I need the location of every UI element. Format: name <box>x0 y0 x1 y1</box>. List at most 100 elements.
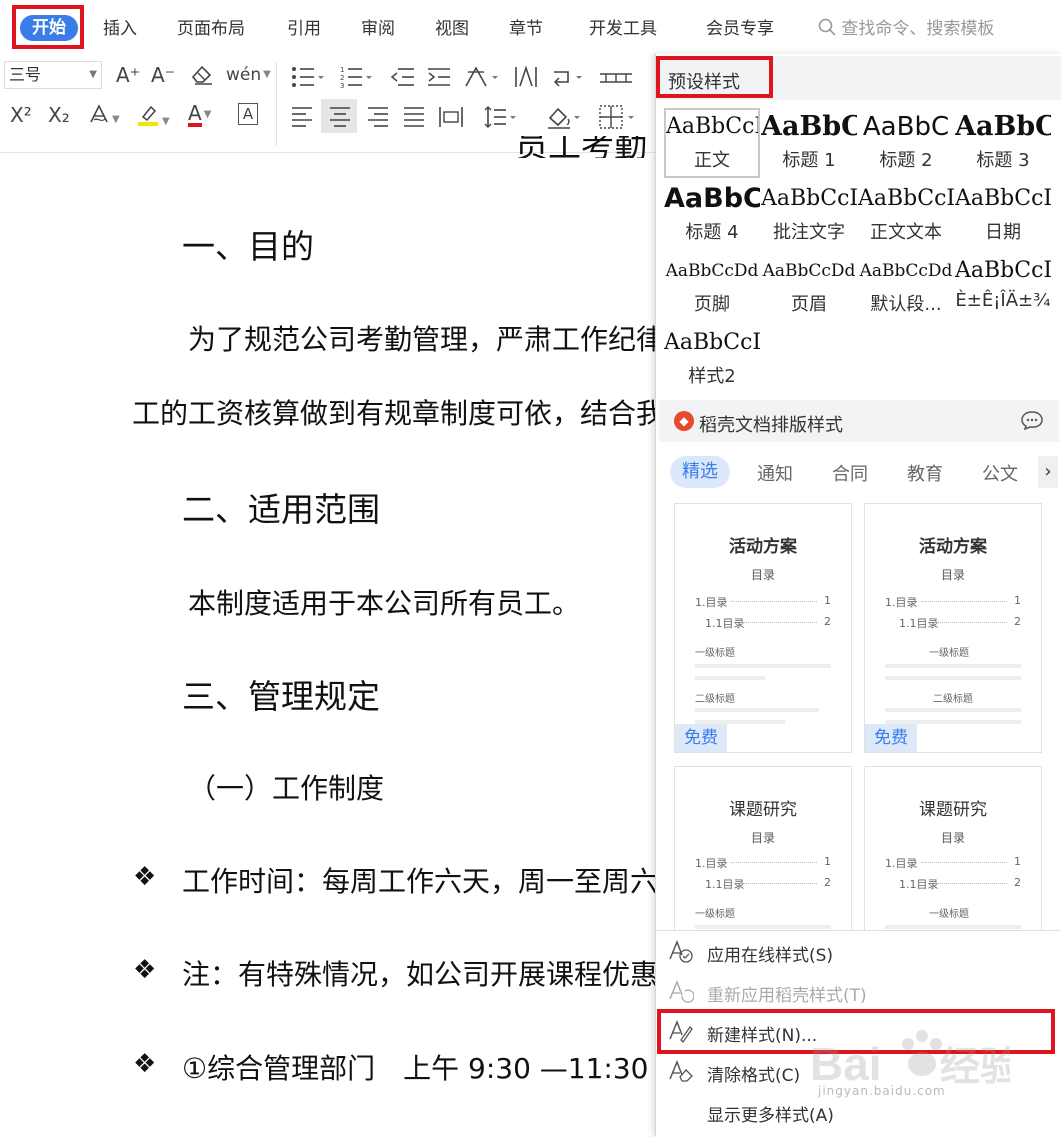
reapply-daoke-style-item[interactable]: 重新应用稻壳样式(T) <box>707 981 867 1006</box>
shrink-font-button[interactable]: A⁻ <box>151 63 175 87</box>
style-footer[interactable]: AaBbCcDd 页脚 <box>664 254 760 324</box>
tab-page-layout[interactable]: 页面布局 <box>177 14 245 39</box>
style-name: È±Ê¡ÎÄ±¾ <box>955 290 1051 311</box>
justify-icon[interactable] <box>404 107 424 127</box>
tab-view[interactable]: 视图 <box>435 14 469 39</box>
style-heading-4[interactable]: AaBbC 标题 4 <box>664 182 760 252</box>
style-name: 标题 1 <box>782 150 836 171</box>
font-color-label: A <box>188 101 202 127</box>
show-more-styles-item[interactable]: 显示更多样式(A) <box>707 1101 834 1126</box>
template-title: 课题研究 <box>919 800 987 820</box>
template-level2: 二级标题 <box>695 694 735 705</box>
subheading-work-system: （一）工作制度 <box>188 772 385 805</box>
category-tab-contract[interactable]: 合同 <box>832 460 868 486</box>
line-spacing-icon[interactable] <box>484 106 516 128</box>
tab-references[interactable]: 引用 <box>287 14 321 39</box>
borders-icon[interactable] <box>599 105 634 129</box>
text-effect-icon <box>90 104 108 123</box>
category-tab-official[interactable]: 公文 <box>982 460 1018 486</box>
superscript-button[interactable]: X² <box>10 103 32 127</box>
style-heading-1[interactable]: AaBbC 标题 1 <box>761 110 857 180</box>
highlight-button[interactable]: ▼ <box>136 103 170 134</box>
sort-icon[interactable] <box>553 71 582 87</box>
style-name: 日期 <box>985 222 1021 243</box>
template-toc-label: 目录 <box>940 831 965 845</box>
style-garbled[interactable]: AaBbCcI È±Ê¡ÎÄ±¾ <box>955 254 1051 324</box>
daoke-logo-icon: ◆ <box>674 411 694 431</box>
font-size-select[interactable]: 三号 ▼ <box>4 61 102 89</box>
document-title-fragment: 员工考勤 <box>515 136 647 158</box>
style-sample: AaBbC <box>664 183 760 214</box>
shading-icon[interactable] <box>548 107 580 129</box>
style-sample: AaBbCcI <box>664 330 760 355</box>
bullet-note: 注：有特殊情况，如公司开展课程优惠 <box>182 958 659 991</box>
style-date[interactable]: AaBbCcI 日期 <box>955 182 1051 252</box>
align-center-icon[interactable] <box>330 107 350 127</box>
tab-developer[interactable]: 开发工具 <box>589 14 657 39</box>
style-body-text[interactable]: AaBbCcI 正文文本 <box>858 182 954 252</box>
template-card[interactable]: 课题研究 目录 1.目录 1 1.1目录 2 一级标题 <box>674 766 852 938</box>
increase-indent-icon[interactable] <box>428 68 450 86</box>
free-badge: 免费 <box>865 724 917 752</box>
apply-online-style-item[interactable]: 应用在线样式(S) <box>707 941 833 966</box>
style-comment-text[interactable]: AaBbCcI 批注文字 <box>761 182 857 252</box>
command-search[interactable]: 查找命令、搜索模板 <box>818 14 994 39</box>
category-tab-notice[interactable]: 通知 <box>757 460 793 486</box>
text-direction-icon[interactable] <box>515 65 537 87</box>
tab-review[interactable]: 审阅 <box>361 14 395 39</box>
template-placeholder-line <box>885 708 1021 712</box>
decrease-indent-icon[interactable] <box>390 68 414 86</box>
paragraph-purpose-line2: 工的工资核算做到有规章制度可依，结合我 <box>132 397 665 430</box>
font-color-button[interactable]: A ▼ <box>188 101 211 127</box>
tab-member[interactable]: 会员专享 <box>706 14 774 39</box>
subscript-button[interactable]: X₂ <box>48 103 70 127</box>
bullet-icon: ❖ <box>133 955 157 985</box>
svg-text:Bai: Bai <box>810 1038 882 1090</box>
template-level1: 一级标题 <box>929 648 969 659</box>
tab-start[interactable]: 开始 <box>12 5 84 49</box>
category-tab-education[interactable]: 教育 <box>907 460 943 486</box>
distributed-align-icon[interactable] <box>439 107 463 127</box>
style-heading-3[interactable]: AaBbC 标题 3 <box>955 110 1051 180</box>
style-header[interactable]: AaBbCcDd 页眉 <box>761 254 857 324</box>
chevron-right-icon[interactable]: › <box>1038 456 1058 488</box>
template-toc-label: 目录 <box>750 831 775 845</box>
bullet-list-icon[interactable] <box>292 67 324 87</box>
category-tab-featured[interactable]: 精选 <box>670 456 730 488</box>
style-sample: AaBbCcI <box>666 114 758 139</box>
grow-font-button[interactable]: A⁺ <box>116 63 140 87</box>
style-normal[interactable]: AaBbCcI 正文 <box>664 108 760 178</box>
text-effect-button[interactable]: ▼ <box>88 103 120 132</box>
tab-start-label[interactable]: 开始 <box>20 15 78 41</box>
style-heading-2[interactable]: AaBbC 标题 2 <box>858 110 954 180</box>
template-level2: 二级标题 <box>933 694 973 705</box>
bullet-icon: ❖ <box>133 1049 157 1079</box>
chat-icon[interactable] <box>1020 410 1044 430</box>
bullet-icon: ❖ <box>133 862 157 892</box>
template-card[interactable]: 课题研究 目录 1.目录 1 1.1目录 2 一级标题 <box>864 766 1042 938</box>
clear-format-item[interactable]: 清除格式(C) <box>707 1061 800 1086</box>
tab-insert[interactable]: 插入 <box>103 14 137 39</box>
heading-scope: 二、适用范围 <box>182 490 380 529</box>
template-title: 活动方案 <box>919 537 987 557</box>
phonetic-guide-button[interactable]: wén ▼ <box>226 63 271 87</box>
template-card[interactable]: 活动方案 目录 1.目录 1 1.1目录 2 一级标题 二级标题 免费 <box>864 503 1042 753</box>
chinese-layout-icon[interactable] <box>465 66 498 87</box>
search-placeholder: 查找命令、搜索模板 <box>841 19 995 39</box>
style-2[interactable]: AaBbCcI 样式2 <box>664 326 760 396</box>
preset-styles-label: 预设样式 <box>668 72 740 93</box>
align-left-icon[interactable] <box>292 107 312 127</box>
template-placeholder-line <box>695 708 819 712</box>
tab-chapter[interactable]: 章节 <box>509 14 543 39</box>
numbered-list-icon[interactable]: 123 <box>340 66 372 90</box>
align-right-icon[interactable] <box>368 107 388 127</box>
tab-stops-icon[interactable] <box>600 73 632 83</box>
char-border-button[interactable]: A <box>238 103 258 125</box>
style-default-paragraph[interactable]: AaBbCcDd 默认段... <box>858 254 954 324</box>
paragraph-toolbar-row2 <box>292 105 634 129</box>
svg-text:3: 3 <box>340 82 344 90</box>
template-card[interactable]: 活动方案 目录 1.目录 1 1.1目录 2 一级标题 二级标题 免费 <box>674 503 852 753</box>
eraser-icon[interactable] <box>190 63 214 90</box>
style-sample: AaBbCcDd <box>665 261 759 281</box>
style-sample: AaBbC <box>761 111 857 142</box>
